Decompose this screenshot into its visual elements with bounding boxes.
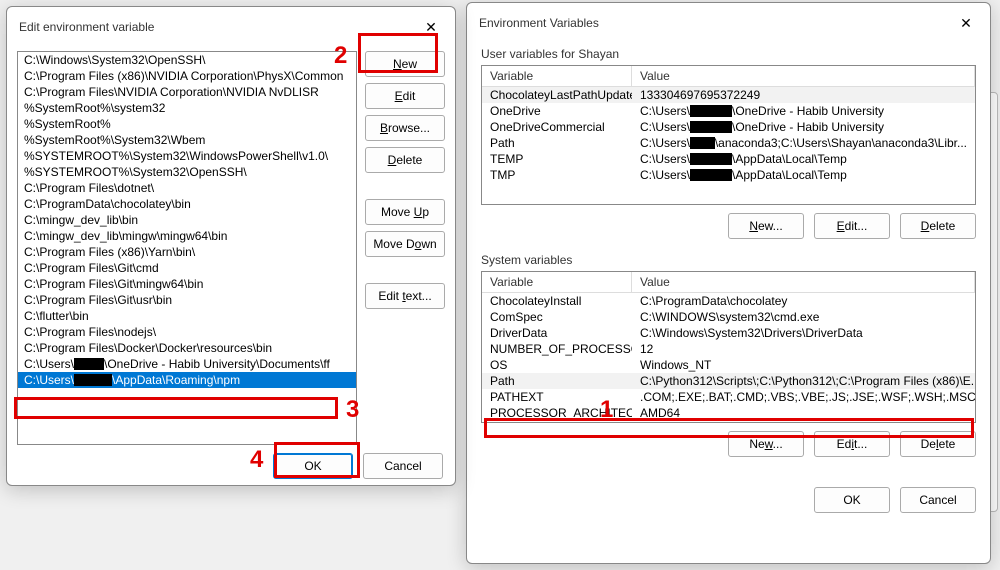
delete-button[interactable]: Delete	[900, 213, 976, 239]
table-row[interactable]: ChocolateyInstallC:\ProgramData\chocolat…	[482, 293, 975, 309]
new-button[interactable]: New...	[728, 431, 804, 457]
user-vars-table[interactable]: VariableValueChocolateyLastPathUpdate133…	[481, 65, 976, 205]
list-item[interactable]: C:\Program Files\Git\usr\bin	[18, 292, 356, 308]
delete-button[interactable]: Delete	[365, 147, 445, 173]
move-down-button[interactable]: Move Down	[365, 231, 445, 257]
table-row[interactable]: OSWindows_NT	[482, 357, 975, 373]
close-icon[interactable]: ✕	[419, 15, 443, 39]
user-vars-label: User variables for Shayan	[481, 47, 976, 61]
list-item[interactable]: C:\Users\\AppData\Roaming\npm	[18, 372, 356, 388]
table-row[interactable]: PATHEXT.COM;.EXE;.BAT;.CMD;.VBS;.VBE;.JS…	[482, 389, 975, 405]
list-item[interactable]: %SystemRoot%\System32\Wbem	[18, 132, 356, 148]
ok-button[interactable]: OK	[273, 453, 353, 479]
table-row[interactable]: PROCESSOR_ARCHITECTUAMD64	[482, 405, 975, 421]
close-icon[interactable]: ✕	[954, 11, 978, 35]
new-button[interactable]: New...	[728, 213, 804, 239]
cancel-button[interactable]: Cancel	[900, 487, 976, 513]
list-item[interactable]: C:\Users\\OneDrive - Habib University\Do…	[18, 356, 356, 372]
table-row[interactable]: ComSpecC:\WINDOWS\system32\cmd.exe	[482, 309, 975, 325]
edit-button[interactable]: Edit	[365, 83, 445, 109]
list-item[interactable]: %SystemRoot%	[18, 116, 356, 132]
list-item[interactable]: C:\mingw_dev_lib\mingw\mingw64\bin	[18, 228, 356, 244]
titlebar: Edit environment variable ✕	[7, 7, 455, 43]
delete-button[interactable]: Delete	[900, 431, 976, 457]
env-vars-dialog: Environment Variables ✕ User variables f…	[466, 2, 991, 564]
ok-button[interactable]: OK	[814, 487, 890, 513]
edit-text-button[interactable]: Edit text...	[365, 283, 445, 309]
list-item[interactable]: C:\Windows\System32\OpenSSH\	[18, 52, 356, 68]
titlebar: Environment Variables ✕	[467, 3, 990, 39]
column-header[interactable]: Variable	[482, 66, 632, 87]
new-button[interactable]: New	[365, 51, 445, 77]
edit-button[interactable]: Edit...	[814, 431, 890, 457]
column-header[interactable]: Variable	[482, 272, 632, 293]
column-header[interactable]: Value	[632, 272, 975, 293]
list-item[interactable]: C:\Program Files (x86)\Yarn\bin\	[18, 244, 356, 260]
dialog-title: Edit environment variable	[19, 20, 154, 34]
table-row[interactable]: OneDriveC:\Users\\OneDrive - Habib Unive…	[482, 103, 975, 119]
list-item[interactable]: C:\Program Files\Git\mingw64\bin	[18, 276, 356, 292]
dialog-title: Environment Variables	[479, 16, 599, 30]
list-item[interactable]: C:\ProgramData\chocolatey\bin	[18, 196, 356, 212]
list-item[interactable]: C:\flutter\bin	[18, 308, 356, 324]
list-item[interactable]: C:\Program Files\dotnet\	[18, 180, 356, 196]
edit-button[interactable]: Edit...	[814, 213, 890, 239]
list-item[interactable]: C:\Program Files\Docker\Docker\resources…	[18, 340, 356, 356]
table-row[interactable]: TMPC:\Users\\AppData\Local\Temp	[482, 167, 975, 183]
list-item[interactable]: C:\Program Files\Git\cmd	[18, 260, 356, 276]
table-row[interactable]: ChocolateyLastPathUpdate1333046976953722…	[482, 87, 975, 103]
table-row[interactable]: PathC:\Python312\Scripts\;C:\Python312\;…	[482, 373, 975, 389]
move-up-button[interactable]: Move Up	[365, 199, 445, 225]
browse-button[interactable]: Browse...	[365, 115, 445, 141]
sys-vars-table[interactable]: VariableValueChocolateyInstallC:\Program…	[481, 271, 976, 423]
list-item[interactable]: C:\Program Files (x86)\NVIDIA Corporatio…	[18, 68, 356, 84]
list-item[interactable]: %SystemRoot%\system32	[18, 100, 356, 116]
table-row[interactable]: OneDriveCommercialC:\Users\\OneDrive - H…	[482, 119, 975, 135]
cancel-button[interactable]: Cancel	[363, 453, 443, 479]
list-item[interactable]: %SYSTEMROOT%\System32\WindowsPowerShell\…	[18, 148, 356, 164]
table-row[interactable]: PathC:\Users\\anaconda3;C:\Users\Shayan\…	[482, 135, 975, 151]
column-header[interactable]: Value	[632, 66, 975, 87]
sys-vars-label: System variables	[481, 253, 976, 267]
table-row[interactable]: NUMBER_OF_PROCESSORS12	[482, 341, 975, 357]
list-item[interactable]: %SYSTEMROOT%\System32\OpenSSH\	[18, 164, 356, 180]
edit-env-var-dialog: Edit environment variable ✕ C:\Windows\S…	[6, 6, 456, 486]
path-list[interactable]: C:\Windows\System32\OpenSSH\C:\Program F…	[17, 51, 357, 445]
table-row[interactable]: TEMPC:\Users\\AppData\Local\Temp	[482, 151, 975, 167]
table-row[interactable]: DriverDataC:\Windows\System32\Drivers\Dr…	[482, 325, 975, 341]
list-item[interactable]: C:\Program Files\nodejs\	[18, 324, 356, 340]
list-item[interactable]: C:\mingw_dev_lib\bin	[18, 212, 356, 228]
list-item[interactable]: C:\Program Files\NVIDIA Corporation\NVID…	[18, 84, 356, 100]
